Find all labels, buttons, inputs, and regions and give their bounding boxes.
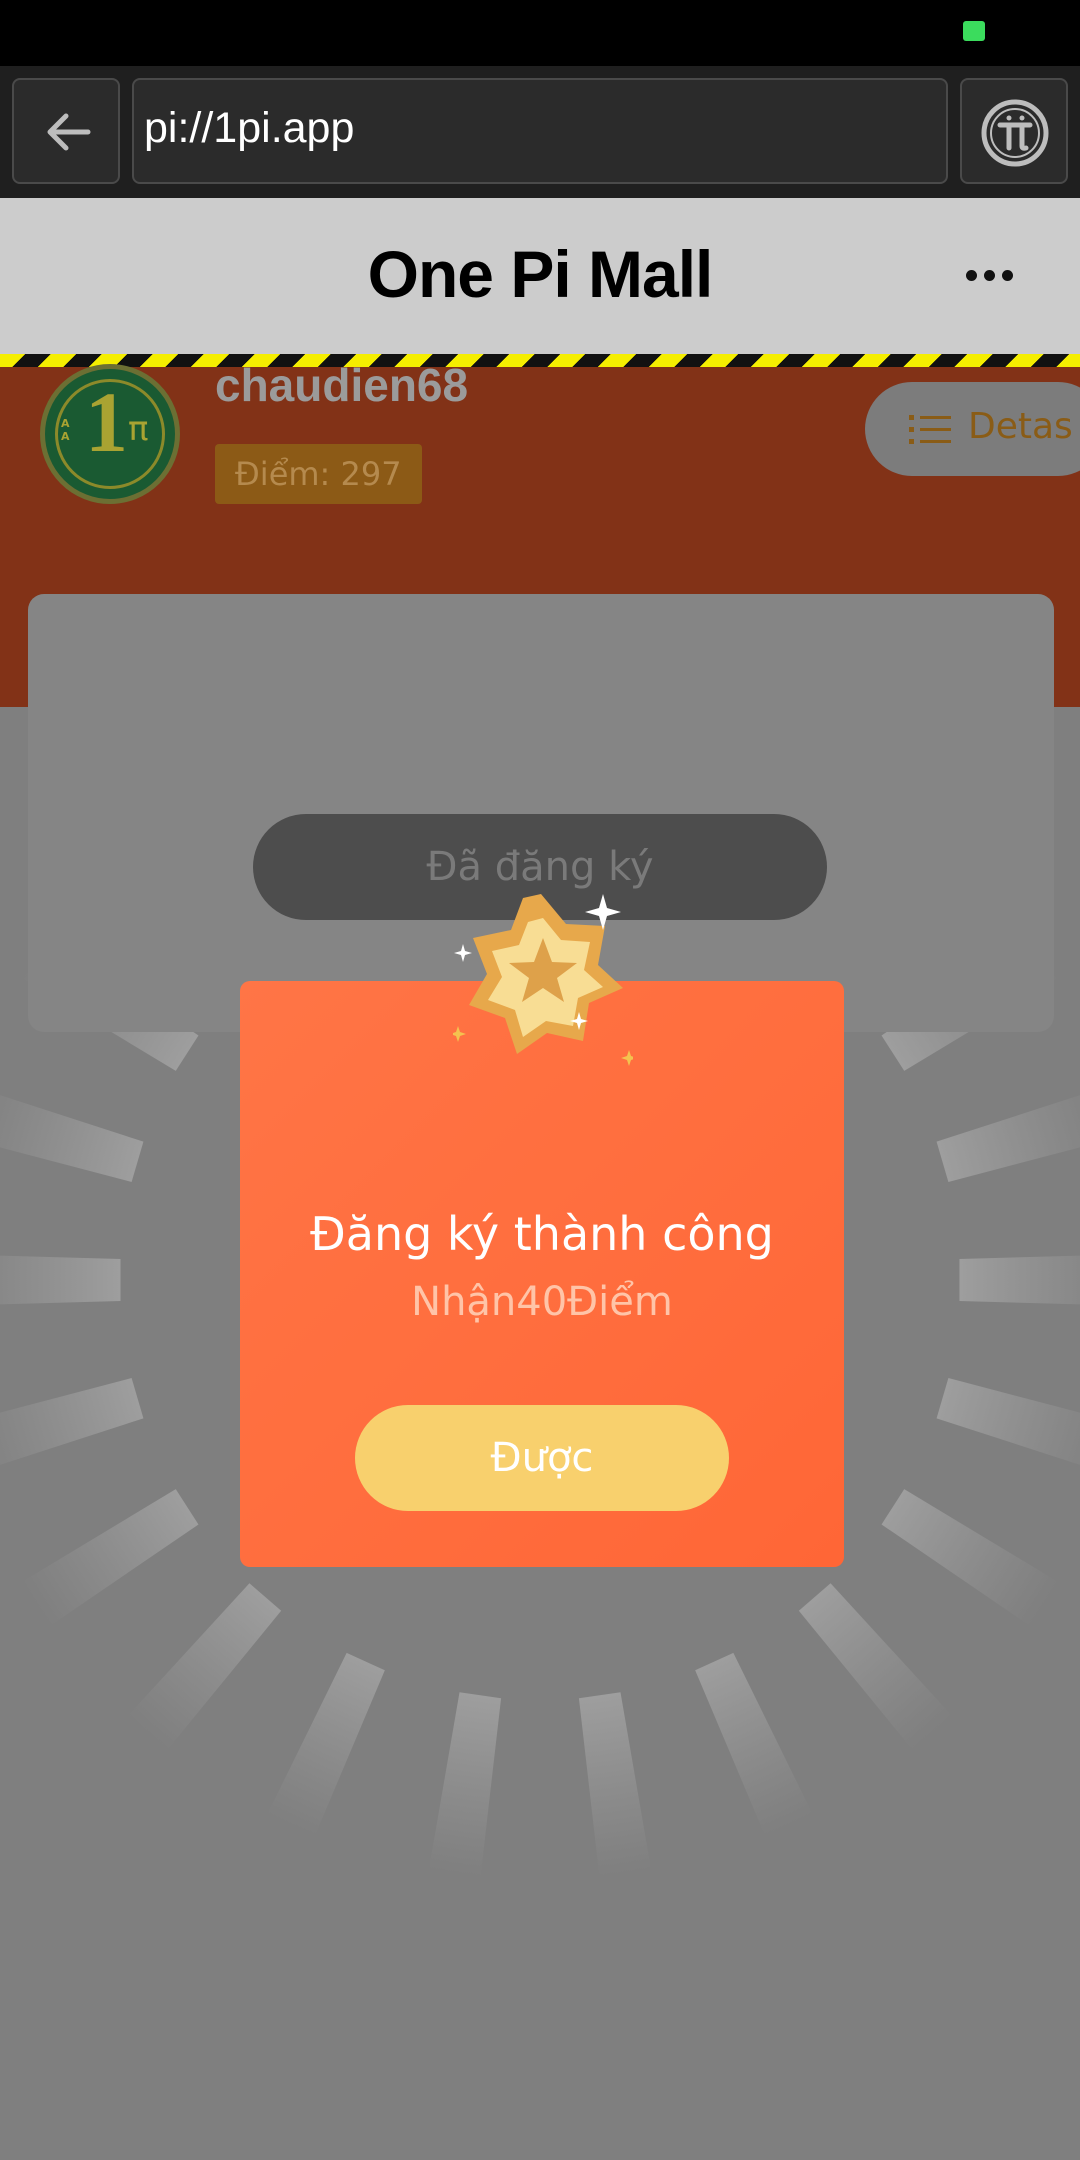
sunburst-ray	[187, 1652, 385, 2002]
sunburst-ray	[0, 1255, 121, 1305]
details-button-label: Detas	[968, 406, 1073, 447]
pi-browser-button[interactable]	[960, 78, 1068, 184]
details-button[interactable]: Detas	[865, 382, 1080, 476]
ok-button[interactable]: Được	[355, 1405, 729, 1511]
points-badge: Điểm: 297	[215, 444, 422, 504]
modal-subtitle: Nhận40Điểm	[411, 1279, 673, 1325]
url-field[interactable]: pi://1pi.app	[132, 78, 948, 184]
sunburst-ray	[798, 1583, 1074, 1890]
sunburst-ray	[578, 1692, 682, 2056]
username: chaudien68	[215, 359, 469, 411]
sunburst-ray	[0, 1095, 144, 1182]
more-dots-icon[interactable]	[966, 270, 1014, 282]
modal-title: Đăng ký thành công	[310, 1207, 774, 1261]
pi-network-icon	[981, 99, 1049, 167]
back-button[interactable]	[12, 78, 120, 184]
sunburst-ray	[0, 1378, 144, 1465]
sunburst-ray	[936, 1095, 1080, 1182]
battery-icon	[963, 21, 985, 41]
url-text: pi://1pi.app	[144, 104, 355, 152]
page-title: One Pi Mall	[367, 237, 714, 311]
back-arrow-icon	[47, 113, 91, 151]
list-icon	[909, 415, 951, 444]
sunburst-ray	[398, 1692, 502, 2056]
browser-toolbar: pi://1pi.app	[0, 66, 1080, 198]
hazard-stripe	[0, 354, 1080, 367]
avatar: AA 1 π	[40, 364, 180, 504]
star-badge-icon	[453, 894, 633, 1066]
sunburst-ray	[6, 1583, 282, 1890]
status-bar	[0, 0, 1080, 66]
avatar-small-text: AA	[61, 417, 70, 443]
page-header: One Pi Mall	[0, 198, 1080, 354]
sunburst-ray	[695, 1652, 893, 2002]
sunburst-ray	[936, 1378, 1080, 1465]
sunburst-ray	[959, 1255, 1080, 1305]
avatar-pi-glyph: π	[128, 409, 149, 449]
avatar-number-glyph: 1	[85, 374, 128, 470]
